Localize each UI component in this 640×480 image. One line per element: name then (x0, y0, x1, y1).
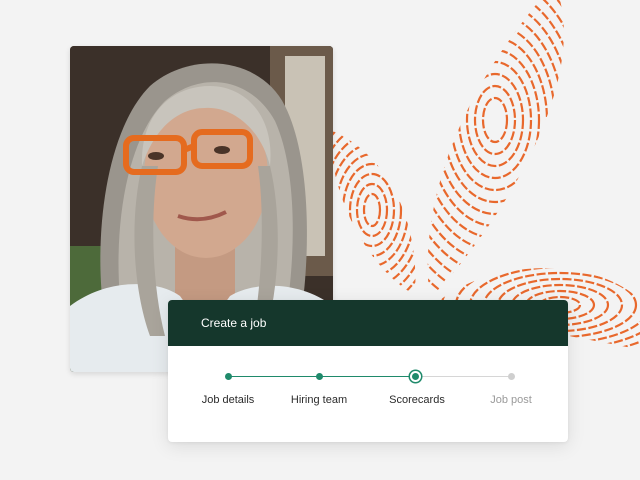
step-label-job-details[interactable]: Job details (202, 394, 255, 406)
stepper-line-remaining (415, 376, 511, 377)
step-label-scorecards[interactable]: Scorecards (389, 394, 445, 406)
step-dot-hiring-team[interactable] (315, 373, 323, 380)
step-dot-scorecards[interactable] (411, 373, 419, 380)
progress-stepper: Job details Hiring team Scorecards Job p… (168, 346, 568, 442)
step-dot-job-details[interactable] (224, 373, 232, 380)
card-header: Create a job (168, 300, 568, 346)
step-label-hiring-team[interactable]: Hiring team (291, 394, 347, 406)
card-title: Create a job (201, 316, 267, 330)
step-label-job-post[interactable]: Job post (490, 394, 532, 406)
create-job-card: Create a job Job details Hiring team Sco… (168, 300, 568, 442)
step-dot-job-post[interactable] (507, 373, 515, 380)
